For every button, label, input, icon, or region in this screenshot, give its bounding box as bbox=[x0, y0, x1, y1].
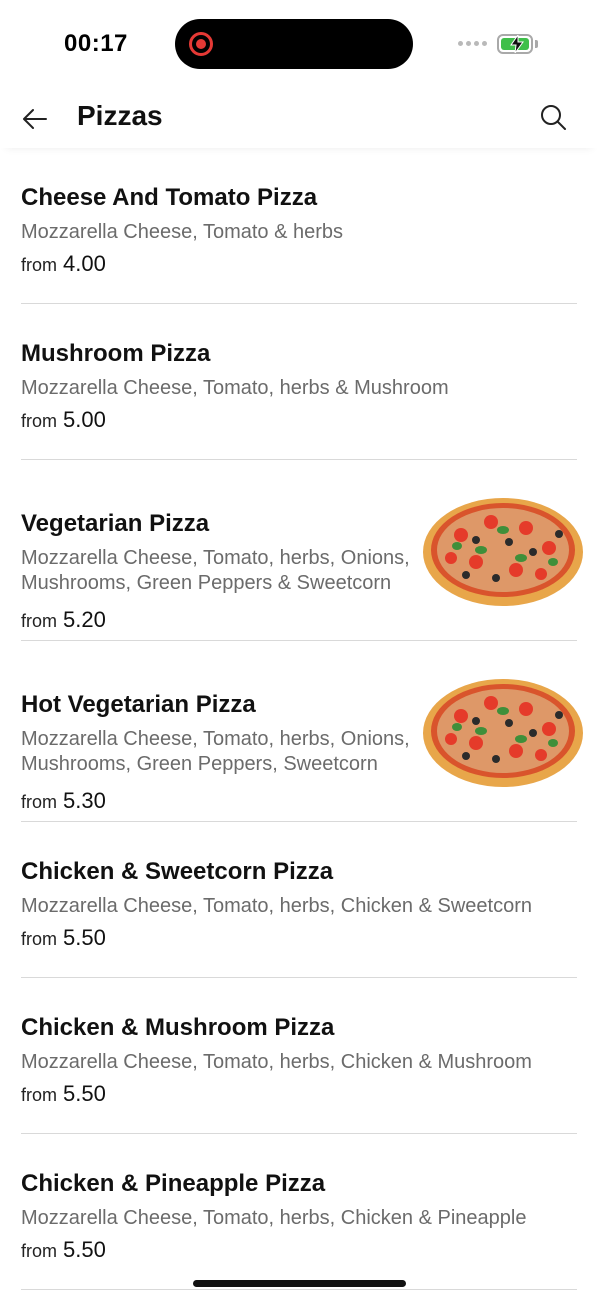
item-description: Mozzarella Cheese, Tomato & herbs bbox=[21, 221, 344, 243]
item-price: 5.50 bbox=[63, 1237, 106, 1262]
menu-list: Cheese And Tomato Pizza Mozzarella Chees… bbox=[0, 148, 598, 1290]
item-price: 4.00 bbox=[63, 251, 106, 276]
price-row: from 5.00 bbox=[21, 407, 106, 433]
back-button[interactable] bbox=[18, 102, 52, 136]
item-description: Mozzarella Cheese, Tomato, herbs, Chicke… bbox=[21, 1207, 527, 1229]
status-time: 00:17 bbox=[64, 30, 128, 57]
pizza-image bbox=[423, 679, 583, 787]
item-price: 5.20 bbox=[63, 607, 106, 632]
item-name: Chicken & Mushroom Pizza bbox=[21, 1014, 335, 1041]
menu-item[interactable]: Hot Vegetarian Pizza Mozzarella Cheese, … bbox=[21, 641, 583, 822]
from-label: from bbox=[21, 411, 57, 431]
item-price: 5.50 bbox=[63, 1081, 106, 1106]
status-bar: 00:17 bbox=[0, 0, 598, 90]
search-icon bbox=[541, 105, 566, 130]
menu-item[interactable]: Chicken & Pineapple Pizza Mozzarella Che… bbox=[21, 1134, 577, 1290]
menu-item[interactable]: Mushroom Pizza Mozzarella Cheese, Tomato… bbox=[21, 304, 577, 460]
price-row: from 5.50 bbox=[21, 1081, 106, 1107]
item-price: 5.30 bbox=[63, 788, 106, 813]
menu-item[interactable]: Chicken & Sweetcorn Pizza Mozzarella Che… bbox=[21, 822, 577, 978]
page-title: Pizzas bbox=[77, 100, 163, 131]
from-label: from bbox=[21, 611, 57, 631]
arrow-left-icon bbox=[23, 109, 47, 129]
price-row: from 5.50 bbox=[21, 1237, 106, 1263]
item-description: Mozzarella Cheese, Tomato, herbs, Chicke… bbox=[21, 895, 532, 917]
from-label: from bbox=[21, 792, 57, 812]
menu-item[interactable]: Cheese And Tomato Pizza Mozzarella Chees… bbox=[21, 148, 577, 304]
item-price: 5.50 bbox=[63, 925, 106, 950]
item-description: Mozzarella Cheese, Tomato, herbs, Chicke… bbox=[21, 1051, 532, 1073]
item-name: Chicken & Pineapple Pizza bbox=[21, 1170, 326, 1197]
battery-icon bbox=[497, 34, 533, 54]
item-name: Mushroom Pizza bbox=[21, 340, 211, 367]
price-row: from 5.20 bbox=[21, 607, 106, 633]
pizza-image bbox=[423, 498, 583, 606]
battery-cap bbox=[535, 40, 538, 48]
from-label: from bbox=[21, 255, 57, 275]
charging-bolt-icon bbox=[510, 35, 524, 53]
item-name: Chicken & Sweetcorn Pizza bbox=[21, 858, 334, 885]
price-row: from 5.50 bbox=[21, 925, 106, 951]
from-label: from bbox=[21, 1085, 57, 1105]
price-row: from 5.30 bbox=[21, 788, 106, 814]
search-button[interactable] bbox=[538, 102, 570, 134]
dynamic-island bbox=[175, 19, 413, 69]
item-name: Vegetarian Pizza bbox=[21, 510, 210, 537]
menu-item[interactable]: Vegetarian Pizza Mozzarella Cheese, Toma… bbox=[21, 460, 583, 641]
screen-recording-icon bbox=[189, 32, 213, 56]
price-row: from 4.00 bbox=[21, 251, 106, 277]
item-name: Hot Vegetarian Pizza bbox=[21, 691, 256, 718]
menu-item[interactable]: Chicken & Mushroom Pizza Mozzarella Chee… bbox=[21, 978, 577, 1134]
app-header: Pizzas bbox=[0, 90, 598, 148]
from-label: from bbox=[21, 929, 57, 949]
signal-icon bbox=[458, 41, 487, 46]
home-indicator[interactable] bbox=[193, 1280, 406, 1287]
item-name: Cheese And Tomato Pizza bbox=[21, 184, 318, 211]
item-price: 5.00 bbox=[63, 407, 106, 432]
item-description: Mozzarella Cheese, Tomato, herbs, Onions… bbox=[21, 728, 410, 775]
item-description: Mozzarella Cheese, Tomato, herbs & Mushr… bbox=[21, 377, 449, 399]
item-description: Mozzarella Cheese, Tomato, herbs, Onions… bbox=[21, 547, 410, 594]
from-label: from bbox=[21, 1241, 57, 1261]
